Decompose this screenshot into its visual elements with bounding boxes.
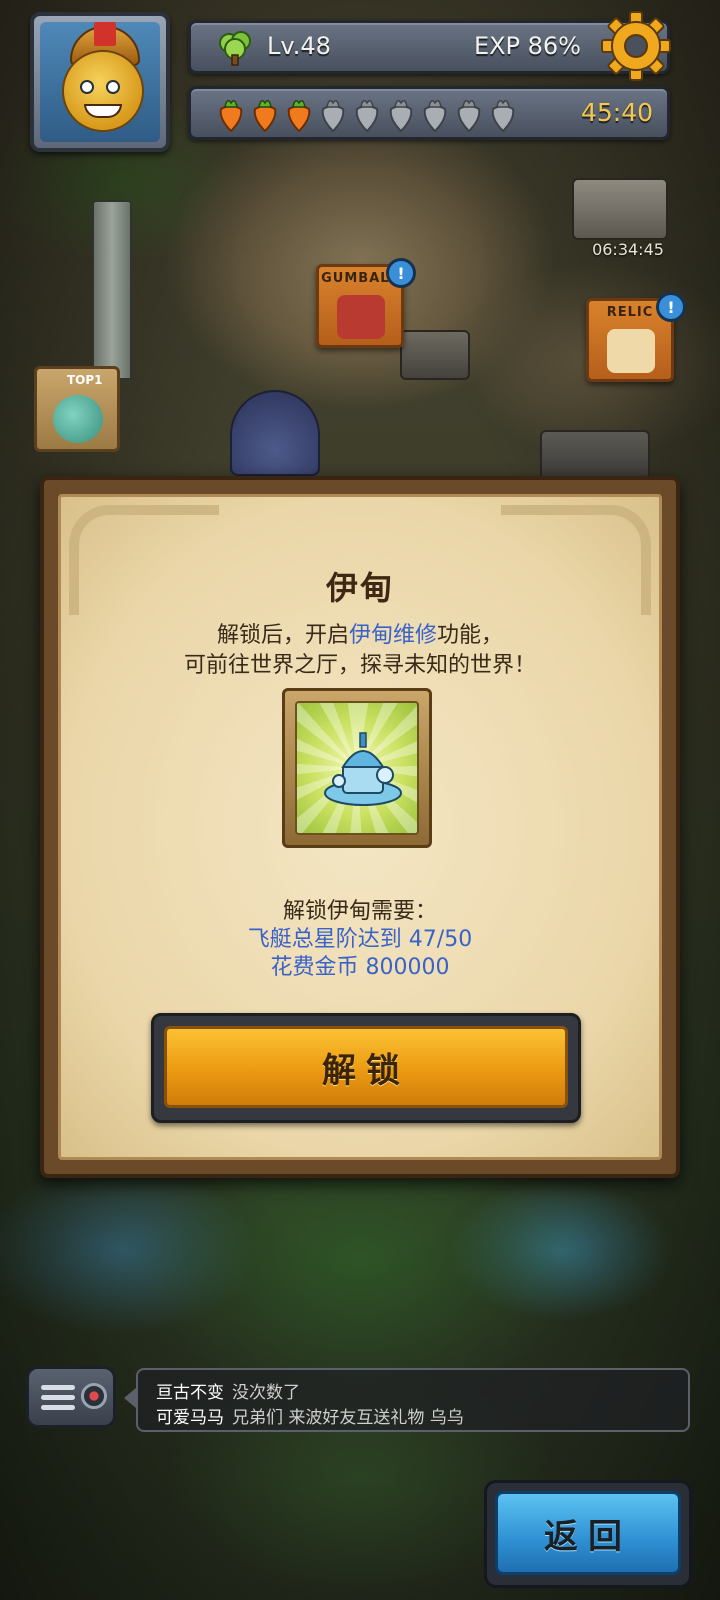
top1-sign[interactable]: TOP1 <box>34 366 120 452</box>
dialog-title: 伊甸 <box>325 569 394 607</box>
back-button-label: 返回 <box>495 1491 681 1575</box>
level-text: Lv.48 <box>267 32 331 60</box>
carrot-empty-icon <box>491 100 515 133</box>
map-ruins <box>540 430 650 480</box>
avatar-eye <box>80 80 94 94</box>
relic-alert-icon: ! <box>656 292 686 322</box>
chat-tail <box>124 1388 136 1408</box>
player-avatar[interactable] <box>30 12 170 152</box>
avatar-portrait <box>40 22 160 142</box>
avatar-face <box>62 50 144 132</box>
requirement-gold: 花费金币 800000 <box>270 955 450 980</box>
unlock-button-label: 解锁 <box>164 1026 568 1108</box>
avatar-eye <box>106 80 120 94</box>
carrot-full-icon <box>287 100 311 133</box>
carrot-full-icon <box>219 100 243 133</box>
dialog-description: 解锁后，开启伊甸维修功能， 可前往世界之厅，探寻未知的世界！ <box>61 621 659 681</box>
map-dome-building[interactable] <box>230 390 320 476</box>
chat-sender: 亘古不变 <box>156 1383 224 1403</box>
carrot-empty-icon <box>355 100 379 133</box>
desc-text: 功能， <box>437 623 504 648</box>
carrot-empty-icon <box>389 100 413 133</box>
chat-sender: 可爱马马 <box>156 1408 224 1428</box>
chat-text: 兄弟们 来波好友互送礼物 乌乌 <box>232 1408 464 1428</box>
back-button[interactable]: 返回 <box>484 1480 692 1588</box>
avatar-crest <box>94 22 116 46</box>
description-line-1: 解锁后，开启伊甸维修功能， <box>61 621 659 651</box>
gumball-sign-art <box>337 295 385 339</box>
chat-message: 亘古不变 没次数了 <box>156 1378 300 1403</box>
tree-icon <box>219 31 251 66</box>
map-tower[interactable] <box>92 200 132 380</box>
energy-bar[interactable]: 45:40 <box>188 86 670 140</box>
chat-toggle-button[interactable] <box>26 1366 116 1428</box>
unlock-button[interactable]: 解锁 <box>151 1013 581 1123</box>
carrot-full-icon <box>253 100 277 133</box>
gumball-alert-icon: ! <box>386 258 416 288</box>
chat-preview[interactable]: 亘古不变 没次数了 可爱马马 兄弟们 来波好友互送礼物 乌乌 <box>136 1368 690 1432</box>
level-bar[interactable]: Lv.48 EXP 86% <box>188 20 670 74</box>
chat-message: 可爱马马 兄弟们 来波好友互送礼物 乌乌 <box>156 1403 464 1428</box>
settings-gear-icon[interactable] <box>600 10 672 82</box>
treasure-chest[interactable] <box>572 178 668 240</box>
description-line-2: 可前往世界之厅，探寻未知的世界！ <box>183 653 536 678</box>
carrot-row <box>215 95 519 133</box>
top1-label: TOP1 <box>67 373 103 387</box>
chat-text: 没次数了 <box>232 1383 300 1403</box>
eden-item-frame <box>282 688 432 848</box>
desc-text: 解锁后，开启 <box>216 623 349 648</box>
eden-item-background <box>295 701 419 835</box>
exp-text: EXP 86% <box>473 32 581 60</box>
chest-timer: 06:34:45 <box>592 240 664 259</box>
eden-building-icon <box>324 732 402 806</box>
chat-lines-icon <box>41 1385 75 1415</box>
map-structure <box>400 330 470 380</box>
energy-timer: 45:40 <box>580 98 653 127</box>
relic-sign-art <box>607 329 655 373</box>
monster-icon <box>53 395 103 443</box>
carrot-empty-icon <box>457 100 481 133</box>
carrot-empty-icon <box>423 100 447 133</box>
carrot-empty-icon <box>321 100 345 133</box>
desc-highlight: 伊甸维修 <box>348 623 437 648</box>
chat-record-icon <box>81 1383 107 1409</box>
